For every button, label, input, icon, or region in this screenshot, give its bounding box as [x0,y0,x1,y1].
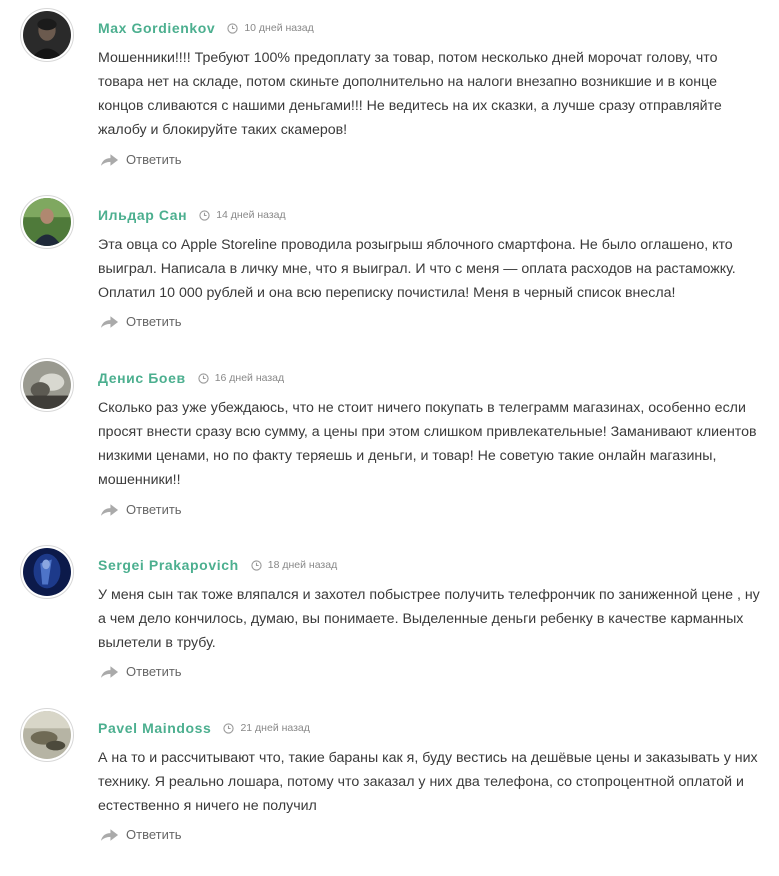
reply-label: Ответить [126,664,182,679]
comment-item: Pavel Maindoss 21 дней назад А на то и р… [0,700,779,870]
comment-text: Эта овца со Apple Storeline проводила ро… [98,237,736,301]
comment-author[interactable]: Pavel Maindoss [98,720,211,736]
comments-list: Max Gordienkov 10 дней назад Мошенники!!… [0,0,779,876]
clock-icon [251,559,262,571]
avatar-photo [23,711,71,759]
reply-button[interactable]: Ответить [100,152,182,167]
avatar-photo [23,11,71,59]
avatar[interactable] [20,358,74,412]
comment-text: У меня сын так тоже вляпался и захотел п… [98,587,760,651]
avatar[interactable] [20,8,74,62]
reply-arrow-icon [100,503,119,517]
reply-arrow-icon [100,828,119,842]
comment-author[interactable]: Sergei Prakapovich [98,557,239,573]
avatar[interactable] [20,195,74,249]
comment-item: Ильдар Сан 14 дней назад Эта овца со App… [0,187,779,347]
clock-icon [198,372,209,384]
clock-icon [223,722,235,734]
avatar[interactable] [20,708,74,762]
avatar[interactable] [20,545,74,599]
comment-date: 18 дней назад [267,559,338,571]
avatar-photo [23,361,71,409]
comment-item: Денис Боев 16 дней назад Сколько раз уже… [0,350,779,536]
reply-button[interactable]: Ответить [100,664,182,679]
reply-arrow-icon [100,315,119,329]
comment-text: Сколько раз уже убеждаюсь, что не стоит … [98,400,757,488]
comment-date: 21 дней назад [240,722,310,734]
reply-button[interactable]: Ответить [100,827,182,842]
comment-date: 16 дней назад [214,372,285,384]
comment-author[interactable]: Ильдар Сан [98,207,187,223]
reply-label: Ответить [126,827,182,842]
reply-label: Ответить [126,314,182,329]
avatar-photo [23,198,71,246]
clock-icon [227,22,238,34]
comment-item: Sergei Prakapovich 18 дней назад У меня … [0,537,779,697]
comment-item: Max Gordienkov 10 дней назад Мошенники!!… [0,0,779,186]
reply-arrow-icon [100,153,119,167]
clock-icon [199,209,210,221]
comment-author[interactable]: Max Gordienkov [98,20,215,36]
comment-date: 10 дней назад [244,22,314,34]
comment-author[interactable]: Денис Боев [98,370,186,386]
reply-arrow-icon [100,665,119,679]
comment-text: А на то и рассчитывают что, такие бараны… [98,750,758,814]
comment-date: 14 дней назад [216,209,286,221]
avatar-photo [23,548,71,596]
reply-label: Ответить [126,152,182,167]
reply-label: Ответить [126,502,182,517]
reply-button[interactable]: Ответить [100,314,182,329]
comment-text: Мошенники!!!! Требуют 100% предоплату за… [98,50,722,138]
reply-button[interactable]: Ответить [100,502,182,517]
